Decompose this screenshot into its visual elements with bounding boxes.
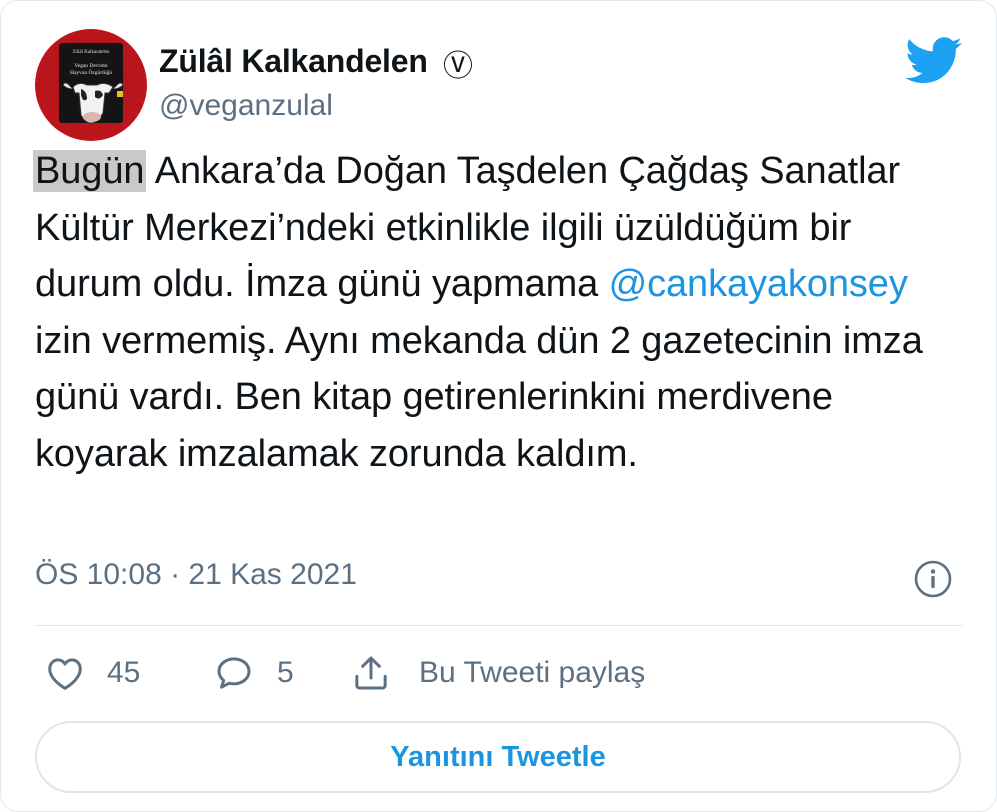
share-button[interactable]: Bu Tweeti paylaş <box>351 651 645 695</box>
highlighted-word: Bugün <box>33 150 147 192</box>
svg-text:Hayvan Özgürlüğü: Hayvan Özgürlüğü <box>70 69 112 76</box>
tweet-text-part-2: izin vermemiş. Aynı mekanda dün 2 gazete… <box>35 319 923 475</box>
share-icon <box>355 656 387 690</box>
reply-count: 5 <box>277 656 294 689</box>
heart-icon <box>48 658 82 690</box>
reply-tweet-button[interactable]: Yanıtını Tweetle <box>35 721 961 793</box>
book-cover-cow-avatar-icon: Zülâl Kalkandelen Vegan Devrimi Hayvan Ö… <box>59 43 124 124</box>
twitter-bird-icon[interactable] <box>905 37 963 85</box>
avatar[interactable]: Zülâl Kalkandelen Vegan Devrimi Hayvan Ö… <box>35 29 147 141</box>
share-label: Bu Tweeti paylaş <box>419 656 646 689</box>
verified-badge-icon: Ⓥ <box>443 50 473 83</box>
tweet-timestamp[interactable]: ÖS 10:08 · 21 Kas 2021 <box>35 558 357 592</box>
tweet-text: Bugün Ankara’da Doğan Taşdelen Çağdaş Sa… <box>33 143 965 482</box>
user-handle[interactable]: @veganzulal <box>159 89 333 123</box>
mention-link[interactable]: @cankayakonsey <box>609 263 908 305</box>
svg-text:Zülâl Kalkandelen: Zülâl Kalkandelen <box>72 50 110 55</box>
divider <box>35 625 963 626</box>
like-button[interactable]: 45 <box>45 651 140 695</box>
info-circle-icon[interactable] <box>913 559 953 599</box>
like-count: 45 <box>107 656 141 689</box>
tweet-card: Zülâl Kalkandelen Vegan Devrimi Hayvan Ö… <box>0 0 997 812</box>
reply-bubble-icon <box>217 657 251 689</box>
reply-action[interactable]: 5 <box>213 651 294 695</box>
svg-text:Vegan Devrimi: Vegan Devrimi <box>74 63 108 69</box>
display-name[interactable]: Zülâl Kalkandelen <box>159 43 428 80</box>
